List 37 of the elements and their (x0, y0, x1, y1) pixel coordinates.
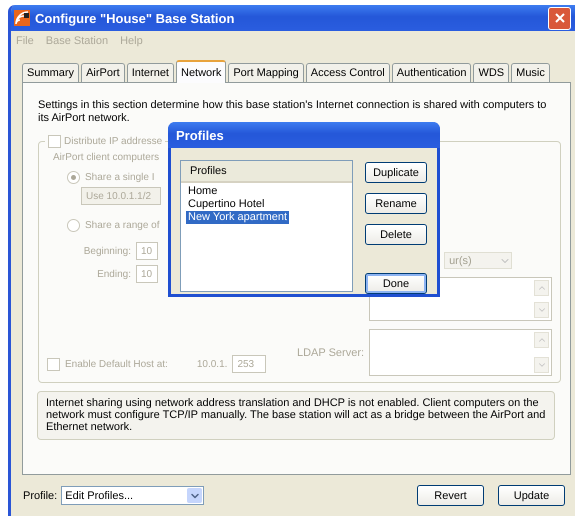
dialog-button[interactable]: Rename (365, 193, 427, 214)
ip-prefix: 10.0.1. (196, 358, 228, 370)
tab[interactable]: AirPort (81, 63, 125, 82)
radio-label: Share a single I (85, 172, 154, 183)
profile-label: Profile: (23, 490, 58, 502)
description-text: Settings in this section determine how this base station's Internet connection is shared with computers to its AirPort network. (38, 99, 548, 125)
tab[interactable]: Summary (22, 63, 80, 82)
checkbox-label: Enable Default Host at: (65, 358, 168, 370)
tab[interactable]: WDS (473, 63, 510, 82)
dialog-button[interactable]: Delete (365, 224, 427, 245)
ldap-label: LDAP Server: (297, 346, 364, 358)
action-button[interactable]: Update (498, 485, 565, 506)
window-title: Configure "House" Base Station (35, 10, 236, 26)
profile-select[interactable]: Edit Profiles... (61, 486, 204, 505)
dialog-button[interactable]: Duplicate (365, 162, 427, 183)
list-item[interactable]: Cupertino Hotel (186, 198, 266, 211)
column-header[interactable]: Profiles (181, 161, 352, 183)
list-item[interactable]: New York apartment (186, 211, 290, 224)
dialog-button[interactable]: Done (365, 273, 427, 294)
dialog-title: Profiles (168, 122, 440, 148)
tab[interactable]: Access Control (306, 63, 390, 82)
close-icon (554, 13, 564, 23)
action-button[interactable]: Revert (417, 485, 484, 506)
ending-label: Ending: (96, 268, 131, 280)
client-label: AirPort client computers (53, 152, 160, 163)
tab[interactable]: Authentication (392, 63, 472, 82)
radio-label: Share a range of (85, 220, 160, 231)
close-button[interactable] (548, 6, 571, 30)
tab[interactable]: Network (176, 60, 226, 83)
beginning-label: Beginning: (82, 246, 131, 256)
checkbox-label: Distribute IP addresse (64, 136, 162, 147)
tab[interactable]: Music (511, 63, 550, 82)
wifi-icon (14, 10, 30, 26)
info-text: Internet sharing using network address translation and DHCP is not enabled. Client computers on the network must configure TCP/IP manually. The base station will act as a bridge between the AirPort and Ethernet network. (37, 391, 555, 440)
list-item[interactable]: Home (186, 185, 220, 198)
tab[interactable]: Port Mapping (228, 63, 304, 82)
tab[interactable]: Internet (126, 63, 174, 82)
